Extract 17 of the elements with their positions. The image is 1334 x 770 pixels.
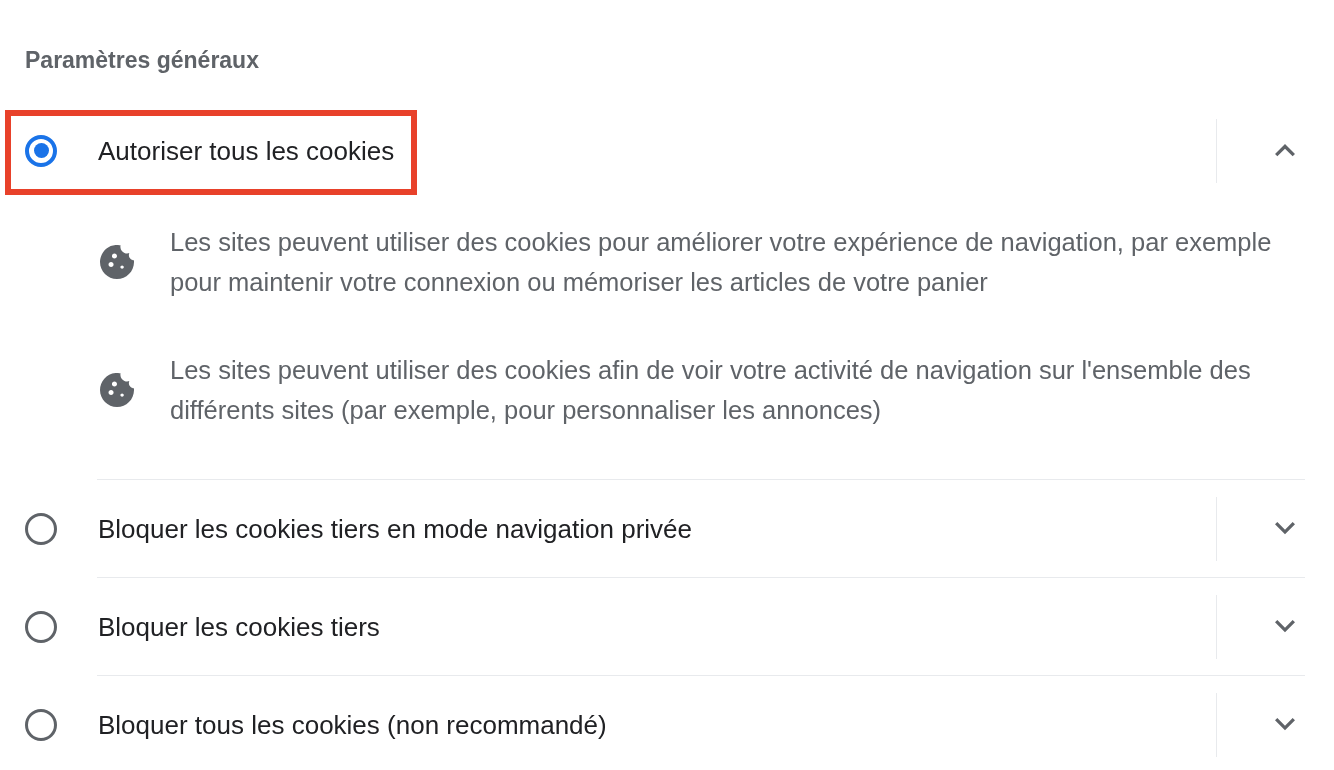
chevron-down-icon [1275, 718, 1295, 731]
radio-button[interactable] [25, 134, 57, 167]
option-description: Les sites peuvent utiliser des cookies afin de voir votre activité de navigation sur l'ensemble des différents sites (par exemple, pour personnaliser les annonces) [170, 355, 1252, 426]
option-label[interactable]: Bloquer les cookies tiers [98, 610, 380, 643]
option-label[interactable]: Bloquer les cookies tiers en mode navigation privée [98, 512, 692, 545]
radio-button[interactable] [25, 610, 57, 643]
radio-button[interactable] [25, 512, 57, 545]
radio-button[interactable] [25, 708, 57, 741]
cookie-icon [100, 373, 134, 407]
option-label[interactable]: Autoriser tous les cookies [98, 134, 395, 167]
option-description: Les sites peuvent utiliser des cookies pour améliorer votre expérience de navigation, par exemple pour maintenir votre connexion ou mémoriser les articles de votre panier [170, 227, 1273, 298]
option-label[interactable]: Bloquer tous les cookies (non recommandé) [98, 708, 607, 741]
cookie-icon [100, 245, 134, 279]
section-heading: Paramètres généraux [25, 46, 259, 74]
chevron-up-icon [1275, 144, 1295, 157]
chevron-down-icon [1275, 620, 1295, 633]
chevron-down-icon [1275, 522, 1295, 535]
